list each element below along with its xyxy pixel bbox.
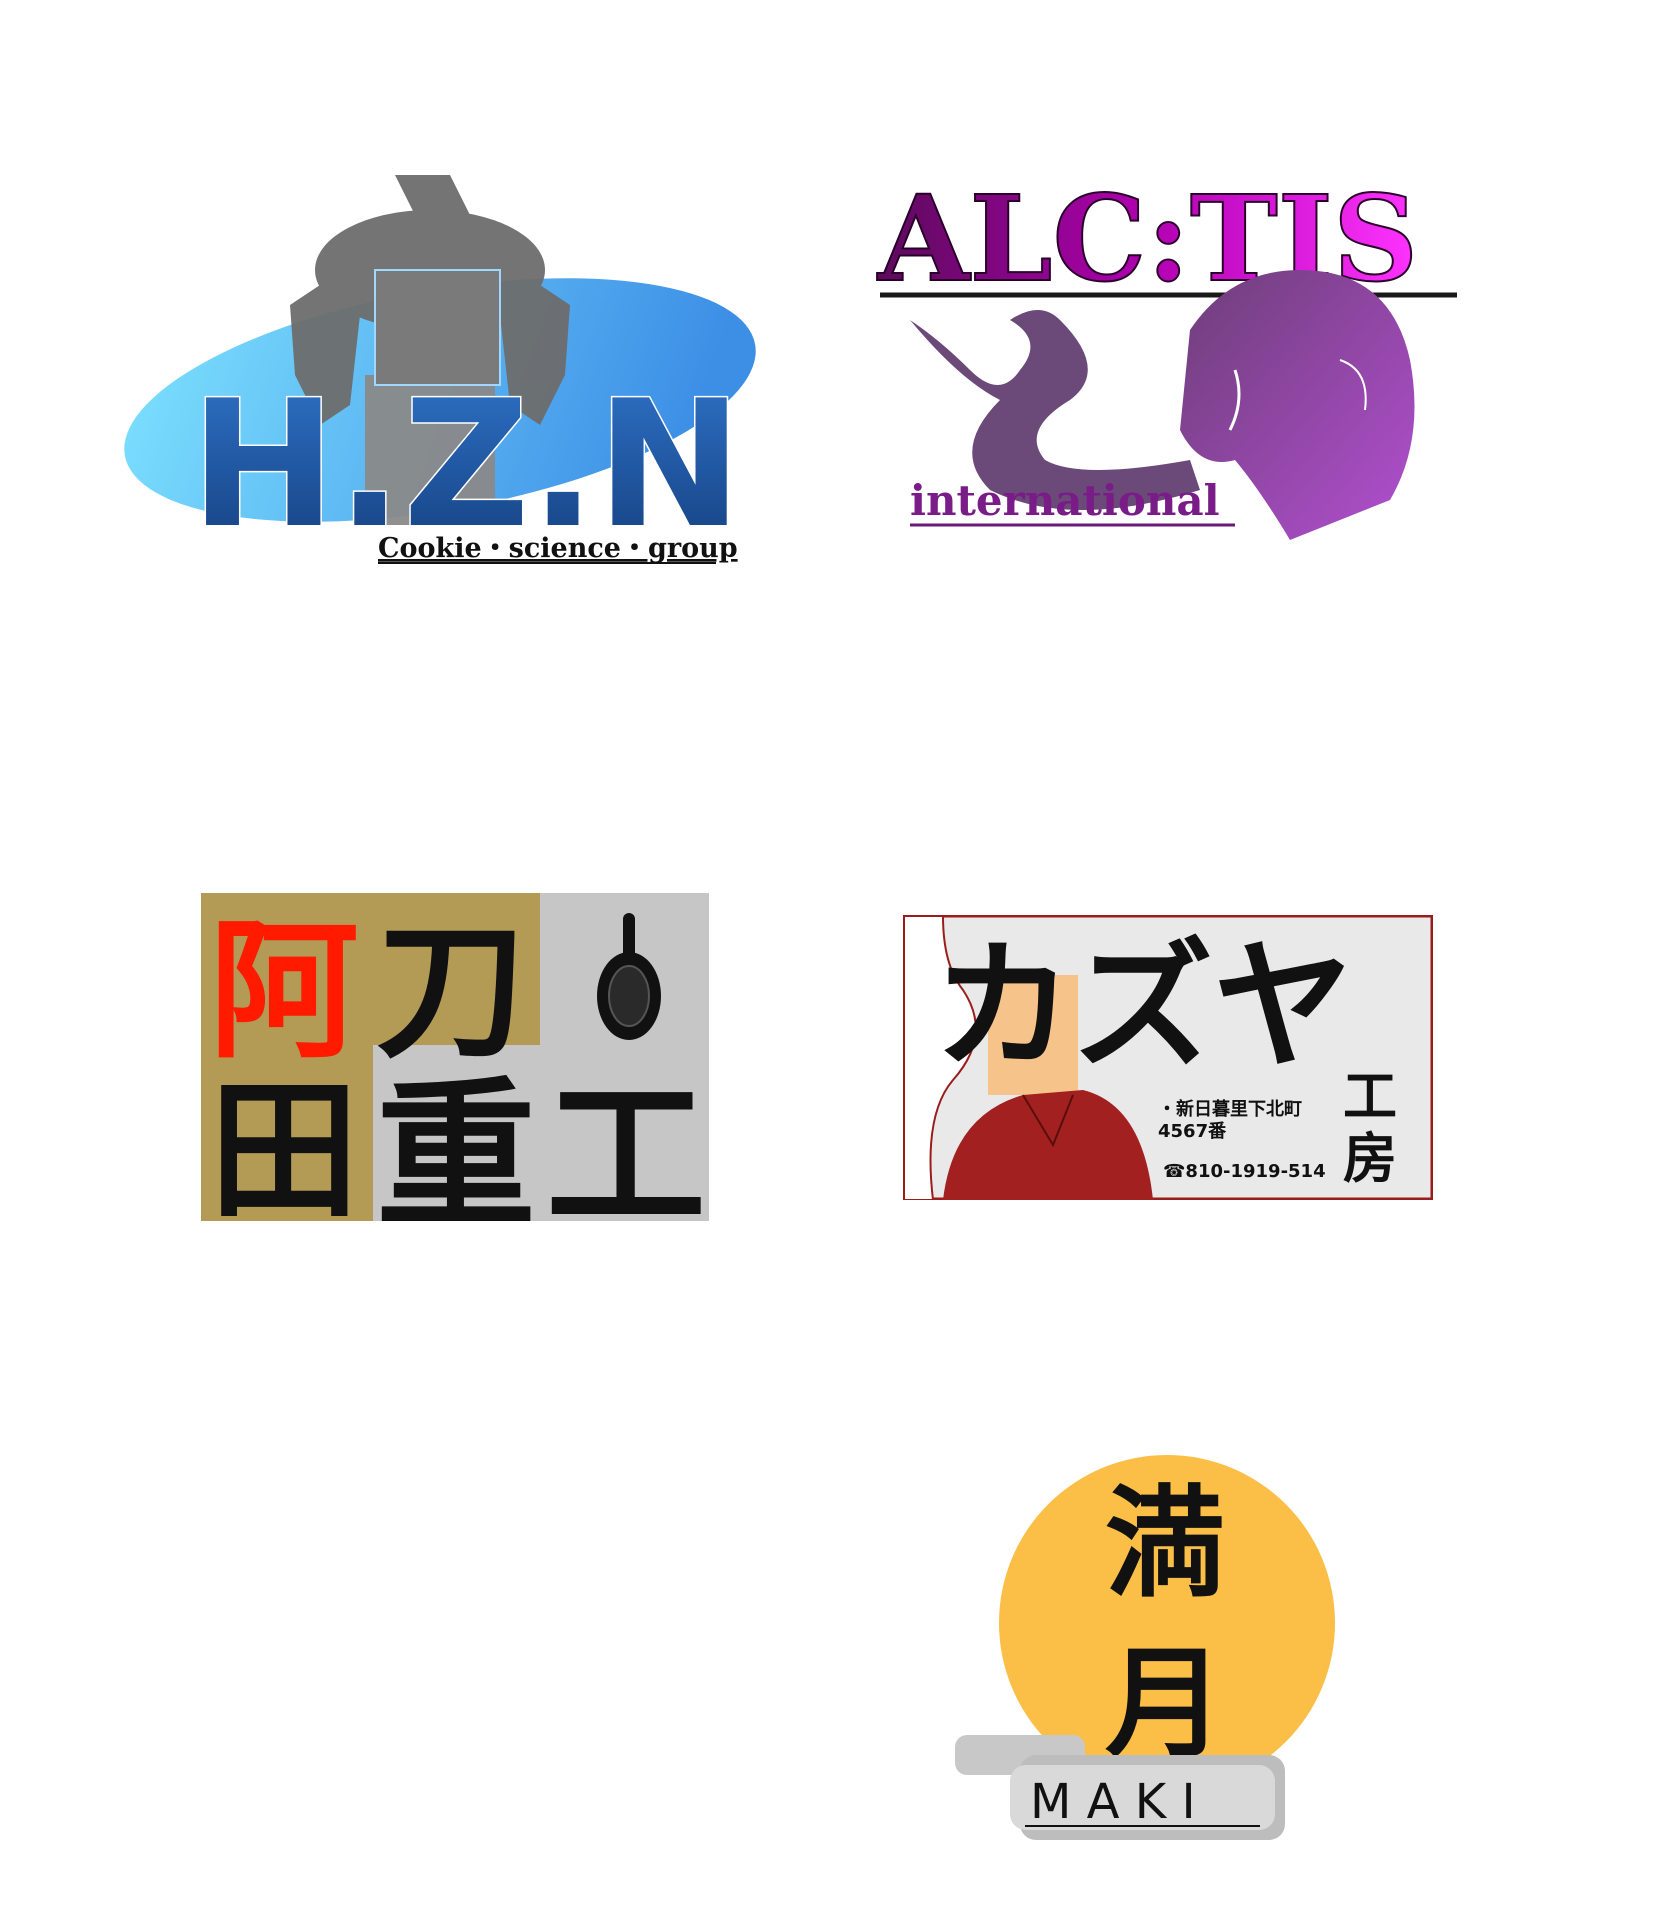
alctis-logo: ALC:TIS international	[870, 168, 1470, 570]
kazuya-subtitle-ko: 工	[1343, 1065, 1397, 1128]
atoda-logo-graphic: 阿 刀 田 重 工	[201, 893, 709, 1249]
atoda-char-ju: 重	[376, 1062, 536, 1221]
kazuya-address-1: ・新日暮里下北町	[1158, 1098, 1302, 1120]
kazuya-phone: ☎810-1919-514	[1163, 1161, 1326, 1182]
mangetsu-char-getsu: 月	[1105, 1633, 1225, 1774]
kazuya-logo: カズヤ 工 房 ・新日暮里下北町 4567番 ☎810-1919-514	[902, 914, 1434, 1201]
kazuya-address-2: 4567番	[1158, 1121, 1227, 1142]
kazuya-title: カズヤ	[933, 926, 1353, 1089]
atoda-char-da: 田	[209, 1065, 359, 1221]
atoda-char-a: 阿	[209, 905, 359, 1079]
kazuya-subtitle-bo: 房	[1343, 1127, 1397, 1190]
hzn-logo: H.Z.N Cookie・science・group	[120, 165, 780, 585]
alctis-subtitle: international	[910, 476, 1220, 525]
mangetsu-char-man: 満	[1105, 1473, 1225, 1614]
mangetsu-logo-graphic: 満 月 M A K I	[955, 1455, 1335, 1840]
atoda-logo: 阿 刀 田 重 工	[201, 893, 709, 1249]
kazuya-logo-graphic: カズヤ 工 房 ・新日暮里下北町 4567番 ☎810-1919-514	[902, 914, 1434, 1201]
alctis-logo-graphic: ALC:TIS international	[876, 168, 1457, 540]
atoda-char-ko: 工	[546, 1062, 706, 1221]
hzn-logo-graphic: H.Z.N Cookie・science・group	[124, 175, 756, 569]
mangetsu-latin: M A K I	[1030, 1774, 1196, 1830]
atoda-char-to: 刀	[376, 905, 526, 1079]
mangetsu-logo: 満 月 M A K I	[955, 1455, 1335, 1855]
hzn-subtitle: Cookie・science・group	[378, 533, 738, 564]
